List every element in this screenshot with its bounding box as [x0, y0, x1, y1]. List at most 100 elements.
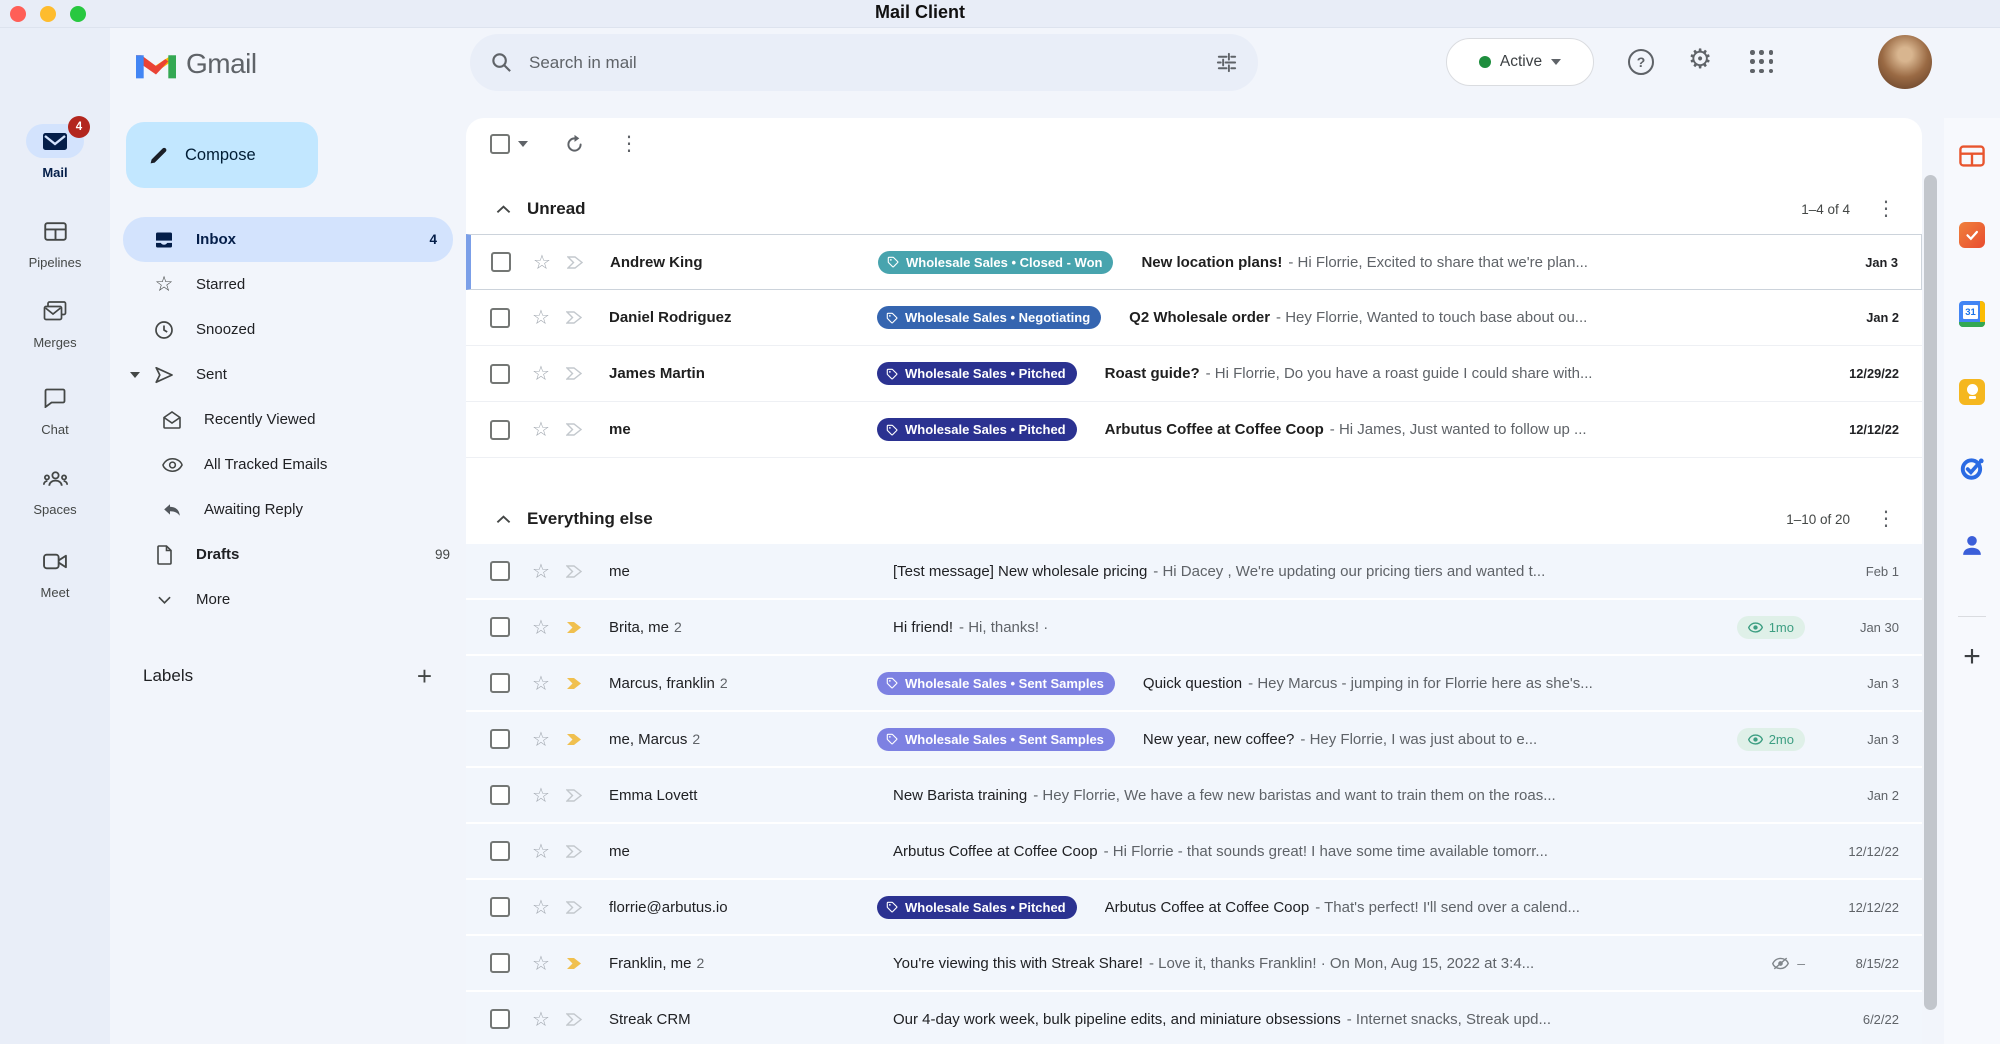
select-dropdown-icon[interactable] [518, 141, 528, 147]
importance-marker[interactable] [566, 789, 583, 802]
row-checkbox[interactable] [490, 953, 510, 973]
search-options-icon[interactable] [1215, 51, 1238, 74]
sidebar-item-snoozed[interactable]: Snoozed [110, 307, 466, 352]
profile-avatar[interactable] [1878, 35, 1932, 89]
rail-item-meet[interactable]: Meet [0, 544, 110, 600]
google-apps-icon[interactable] [1750, 50, 1774, 74]
star-icon[interactable]: ☆ [530, 361, 552, 386]
collapse-triangle-icon[interactable] [130, 372, 140, 378]
row-checkbox[interactable] [490, 785, 510, 805]
google-tasks-icon[interactable] [1960, 456, 1985, 486]
importance-marker[interactable] [567, 256, 584, 269]
row-checkbox[interactable] [490, 841, 510, 861]
row-checkbox[interactable] [491, 252, 511, 272]
rail-item-mail[interactable]: 4 Mail [0, 124, 110, 180]
sidebar-item-inbox[interactable]: Inbox 4 [123, 217, 453, 262]
importance-marker[interactable] [566, 367, 583, 380]
sidebar-item-awaiting-reply[interactable]: Awaiting Reply [110, 487, 466, 532]
star-icon[interactable]: ☆ [530, 417, 552, 442]
pipeline-badge[interactable]: Wholesale Sales • Sent Samples [877, 728, 1115, 751]
pipeline-badge[interactable]: Wholesale Sales • Sent Samples [877, 672, 1115, 695]
importance-marker[interactable] [566, 901, 583, 914]
star-icon[interactable]: ☆ [530, 727, 552, 752]
row-checkbox[interactable] [490, 897, 510, 917]
pipeline-badge[interactable]: Wholesale Sales • Negotiating [877, 306, 1101, 329]
email-row[interactable]: ☆ me Arbutus Coffee at Coffee Coop- Hi F… [466, 824, 1922, 880]
importance-marker[interactable] [566, 423, 583, 436]
search-input[interactable] [529, 53, 1215, 73]
importance-marker[interactable] [566, 1013, 583, 1026]
email-row[interactable]: ☆ Daniel Rodriguez Wholesale Sales • Neg… [466, 290, 1922, 346]
importance-marker[interactable] [566, 733, 583, 746]
search-bar[interactable] [470, 34, 1258, 91]
sidebar-item-drafts[interactable]: Drafts 99 [110, 532, 466, 577]
importance-marker[interactable] [566, 565, 583, 578]
email-row[interactable]: ☆ Franklin, me2 You're viewing this with… [466, 936, 1922, 992]
email-row[interactable]: ☆ me Wholesale Sales • Pitched Arbutus C… [466, 402, 1922, 458]
email-row[interactable]: ☆ Marcus, franklin2 Wholesale Sales • Se… [466, 656, 1922, 712]
search-icon[interactable] [490, 51, 513, 74]
sidebar-item-all-tracked-emails[interactable]: All Tracked Emails [110, 442, 466, 487]
star-icon[interactable]: ☆ [530, 305, 552, 330]
star-icon[interactable]: ☆ [530, 951, 552, 976]
star-icon[interactable]: ☆ [530, 783, 552, 808]
importance-marker[interactable] [566, 845, 583, 858]
row-checkbox[interactable] [490, 561, 510, 581]
rail-item-pipelines[interactable]: Pipelines [0, 214, 110, 270]
more-options-icon[interactable]: ⋮ [619, 134, 639, 154]
star-icon[interactable]: ☆ [530, 615, 552, 640]
star-icon[interactable]: ☆ [530, 839, 552, 864]
star-icon[interactable]: ☆ [530, 895, 552, 920]
importance-marker[interactable] [566, 311, 583, 324]
compose-button[interactable]: Compose [126, 122, 318, 188]
importance-marker[interactable] [566, 957, 583, 970]
tasks-check-icon[interactable] [1959, 222, 1985, 248]
vertical-scrollbar[interactable] [1924, 175, 1937, 1010]
star-icon[interactable]: ☆ [530, 1007, 552, 1032]
importance-marker[interactable] [566, 621, 583, 634]
calendar-icon[interactable]: 31 [1959, 301, 1985, 327]
row-checkbox[interactable] [490, 673, 510, 693]
add-label-icon[interactable]: + [417, 666, 432, 686]
select-all-checkbox[interactable] [490, 134, 510, 154]
email-row[interactable]: ☆ me [Test message] New wholesale pricin… [466, 544, 1922, 600]
section-more-icon[interactable]: ⋮ [1876, 199, 1896, 219]
sidebar-item-more[interactable]: More [110, 577, 466, 622]
email-row[interactable]: ☆ Emma Lovett New Barista training- Hey … [466, 768, 1922, 824]
email-row[interactable]: ☆ florrie@arbutus.io Wholesale Sales • P… [466, 880, 1922, 936]
row-checkbox[interactable] [490, 420, 510, 440]
get-addons-icon[interactable]: + [1963, 640, 1981, 674]
rail-item-spaces[interactable]: Spaces [0, 461, 110, 517]
refresh-icon[interactable] [564, 134, 585, 155]
collapse-section-icon[interactable] [496, 205, 511, 214]
row-checkbox[interactable] [490, 729, 510, 749]
rail-item-merges[interactable]: Merges [0, 294, 110, 350]
star-icon[interactable]: ☆ [530, 559, 552, 584]
row-checkbox[interactable] [490, 364, 510, 384]
pipeline-badge[interactable]: Wholesale Sales • Pitched [877, 896, 1077, 919]
keep-icon[interactable] [1959, 379, 1985, 405]
help-icon[interactable]: ? [1628, 49, 1654, 75]
pipeline-badge[interactable]: Wholesale Sales • Pitched [877, 418, 1077, 441]
email-row[interactable]: ☆ Andrew King Wholesale Sales • Closed -… [466, 234, 1922, 290]
section-more-icon[interactable]: ⋮ [1876, 509, 1896, 529]
collapse-section-icon[interactable] [496, 515, 511, 524]
email-row[interactable]: ☆ James Martin Wholesale Sales • Pitched… [466, 346, 1922, 402]
pipeline-badge[interactable]: Wholesale Sales • Closed - Won [878, 251, 1113, 274]
row-checkbox[interactable] [490, 1009, 510, 1029]
pipeline-badge[interactable]: Wholesale Sales • Pitched [877, 362, 1077, 385]
row-checkbox[interactable] [490, 308, 510, 328]
contacts-icon[interactable] [1960, 533, 1985, 563]
sidebar-item-sent[interactable]: Sent [110, 352, 466, 397]
rail-item-chat[interactable]: Chat [0, 381, 110, 437]
email-row[interactable]: ☆ Streak CRM Our 4-day work week, bulk p… [466, 992, 1922, 1044]
importance-marker[interactable] [566, 677, 583, 690]
sidebar-item-starred[interactable]: ☆ Starred [110, 262, 466, 307]
star-icon[interactable]: ☆ [530, 671, 552, 696]
status-dropdown[interactable]: Active [1446, 38, 1594, 86]
streak-pipelines-icon[interactable] [1959, 144, 1985, 173]
row-checkbox[interactable] [490, 617, 510, 637]
email-row[interactable]: ☆ me, Marcus2 Wholesale Sales • Sent Sam… [466, 712, 1922, 768]
settings-gear-icon[interactable]: ⚙ [1688, 44, 1712, 75]
star-icon[interactable]: ☆ [531, 250, 553, 275]
